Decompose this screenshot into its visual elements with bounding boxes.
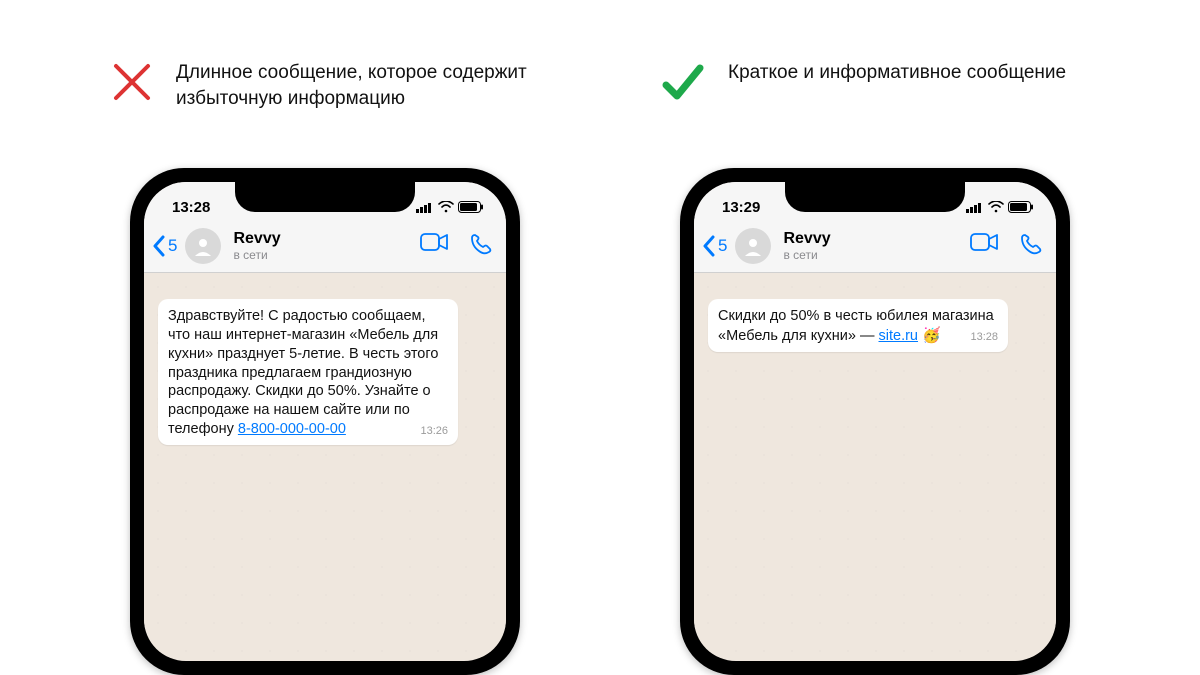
video-call-button[interactable] xyxy=(420,233,448,260)
status-time: 13:29 xyxy=(722,199,760,216)
cross-icon xyxy=(110,60,154,109)
message-bubble[interactable]: Здравствуйте! С радостью сообщаем, что н… xyxy=(158,299,458,445)
contact-status: в сети xyxy=(233,248,414,262)
back-button[interactable]: 5 xyxy=(152,235,177,257)
contact-name-block[interactable]: Revvy в сети xyxy=(783,230,964,262)
caption-text: Длинное сообщение, которое содержит избы… xyxy=(176,60,540,111)
notch xyxy=(785,182,965,212)
phone-mock-left: 13:28 5 Revvy в сети xyxy=(130,168,520,675)
message-text: Здравствуйте! С радостью сообщаем, что н… xyxy=(168,308,438,437)
message-time: 13:28 xyxy=(970,330,998,344)
contact-name: Revvy xyxy=(233,230,414,248)
person-icon xyxy=(192,235,214,257)
person-icon xyxy=(742,235,764,257)
avatar[interactable] xyxy=(185,228,221,264)
phone-screen: 13:29 5 Revvy в сети xyxy=(694,182,1056,661)
message-site-link[interactable]: site.ru xyxy=(879,328,919,344)
video-icon xyxy=(420,233,448,251)
back-count: 5 xyxy=(718,236,727,256)
status-time: 13:28 xyxy=(172,199,210,216)
voice-call-button[interactable] xyxy=(470,233,492,260)
header-actions xyxy=(970,233,1042,260)
contact-name-block[interactable]: Revvy в сети xyxy=(233,230,414,262)
header-actions xyxy=(420,233,492,260)
chat-body: Скидки до 50% в честь юбилея магазина «М… xyxy=(694,273,1056,657)
phone-icon xyxy=(1020,233,1042,255)
example-right: Краткое и информативное сообщение 13:29 … xyxy=(660,60,1090,675)
check-icon xyxy=(660,60,706,111)
message-bubble[interactable]: Скидки до 50% в честь юбилея магазина «М… xyxy=(708,299,1008,352)
phone-mock-right: 13:29 5 Revvy в сети xyxy=(680,168,1070,675)
message-text: Скидки до 50% в честь юбилея магазина «М… xyxy=(718,308,994,344)
example-left: Длинное сообщение, которое содержит избы… xyxy=(110,60,540,675)
message-time: 13:26 xyxy=(420,424,448,438)
video-icon xyxy=(970,233,998,251)
caption-row: Краткое и информативное сообщение xyxy=(660,60,1090,140)
contact-status: в сети xyxy=(783,248,964,262)
message-phone-link[interactable]: 8-800-000-00-00 xyxy=(238,421,346,437)
chevron-left-icon xyxy=(152,235,166,257)
chevron-left-icon xyxy=(702,235,716,257)
caption-row: Длинное сообщение, которое содержит избы… xyxy=(110,60,540,140)
back-button[interactable]: 5 xyxy=(702,235,727,257)
chat-body: Здравствуйте! С радостью сообщаем, что н… xyxy=(144,273,506,657)
chat-header: 5 Revvy в сети xyxy=(144,222,506,273)
contact-name: Revvy xyxy=(783,230,964,248)
notch xyxy=(235,182,415,212)
voice-call-button[interactable] xyxy=(1020,233,1042,260)
video-call-button[interactable] xyxy=(970,233,998,260)
party-emoji: 🥳 xyxy=(922,327,941,344)
chat-header: 5 Revvy в сети xyxy=(694,222,1056,273)
phone-icon xyxy=(470,233,492,255)
back-count: 5 xyxy=(168,236,177,256)
avatar[interactable] xyxy=(735,228,771,264)
phone-screen: 13:28 5 Revvy в сети xyxy=(144,182,506,661)
caption-text: Краткое и информативное сообщение xyxy=(728,60,1066,86)
status-icons xyxy=(966,201,1034,213)
status-icons xyxy=(416,201,484,213)
